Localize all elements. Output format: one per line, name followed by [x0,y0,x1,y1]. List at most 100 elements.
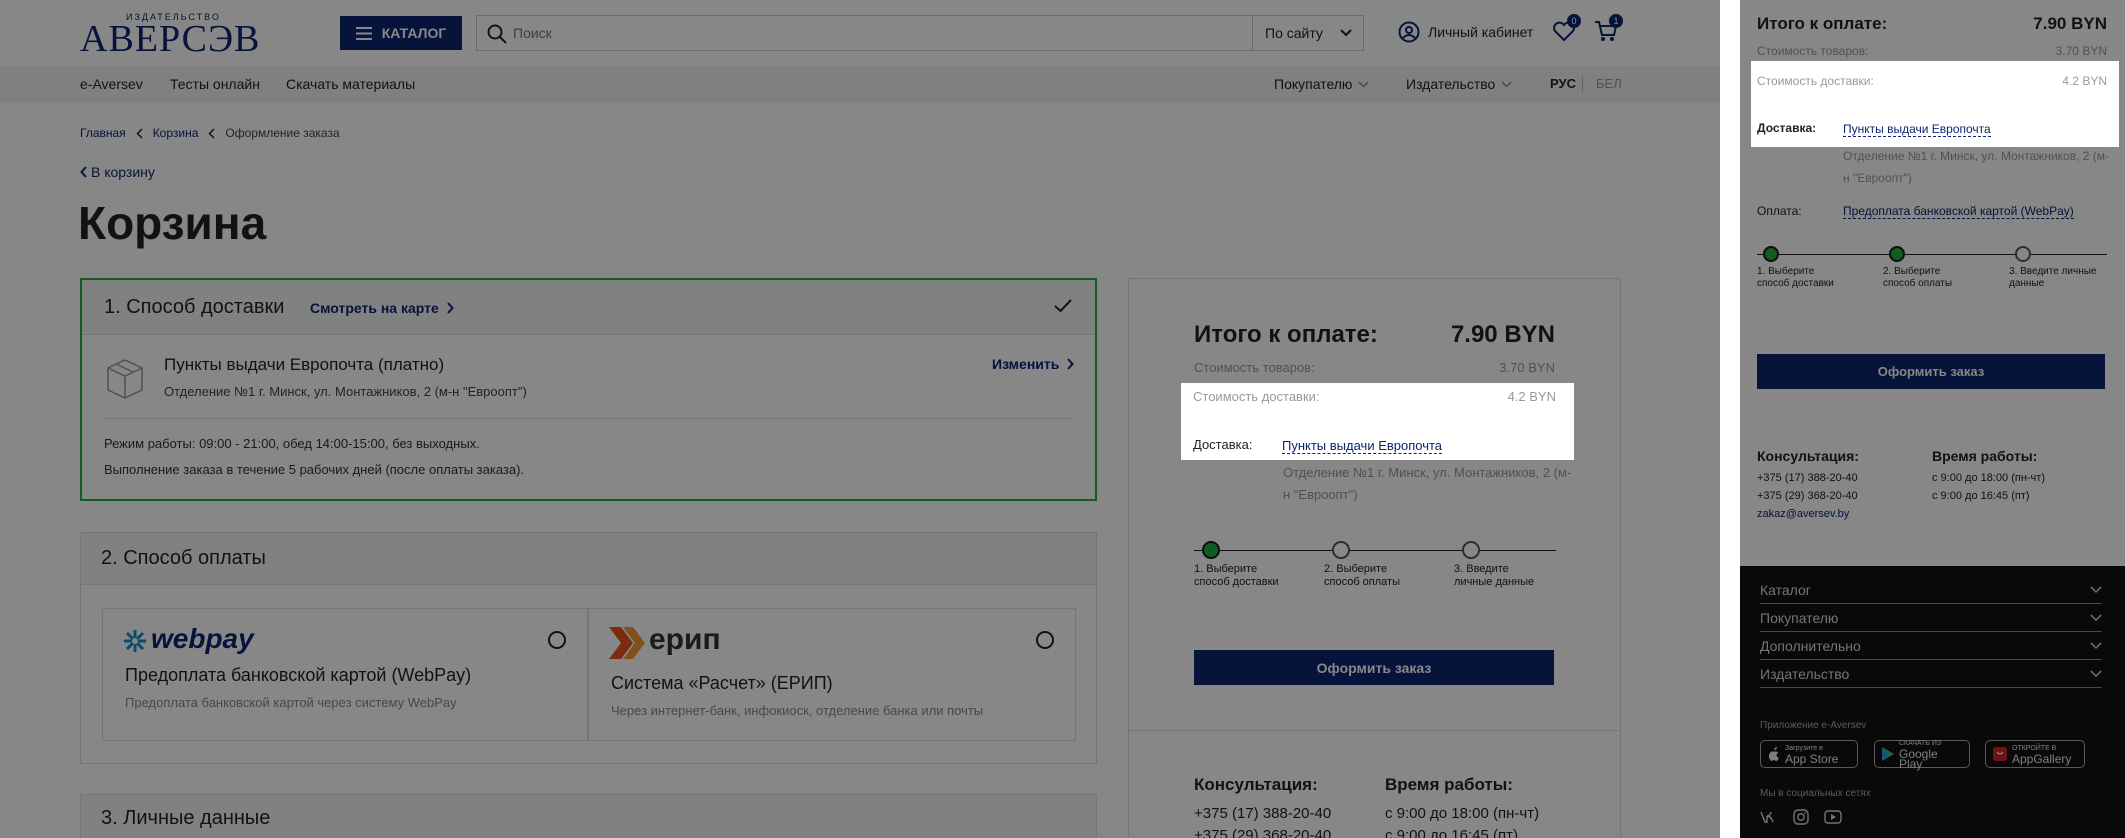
mobile-phone-1[interactable]: +375 (17) 388-20-40 [1757,472,1858,484]
breadcrumb-home[interactable]: Главная [80,126,126,140]
catalog-label: КАТАЛОГ [381,25,447,41]
hours-weekdays: с 9:00 до 18:00 (пн-чт) [1385,805,1540,822]
mobile-goods-value: 3.70 BYN [2055,44,2107,58]
footer-row-extra[interactable]: Дополнительно [1760,632,2102,660]
delivery-address-text: Отделение №1 г. Минск, ул. Монтажников, … [1283,465,1572,502]
chevron-right-icon [1067,358,1075,370]
subnav-publisher-menu[interactable]: Издательство [1406,76,1512,92]
erip-desc: Через интернет-банк, инфокиоск, отделени… [611,703,984,718]
erip-radio[interactable] [1036,631,1054,649]
payment-option-webpay[interactable]: webpay Предоплата банковской картой (Web… [102,608,588,741]
delivery-section-header[interactable]: 1. Способ доставки Смотреть на карте [82,280,1095,335]
mobile-delivery-method-link[interactable]: Пункты выдачи Европочта [1843,122,1991,137]
delivery-method-link[interactable]: Пункты выдачи Европочта [1282,438,1443,454]
google-play-icon [1882,747,1894,761]
subnav-buyer-menu[interactable]: Покупателю [1274,76,1369,92]
delivery-hours: Режим работы: 09:00 - 21:00, обед 14:00-… [104,436,480,451]
mobile-total-value: 7.90 BYN [2033,14,2107,33]
search-bar: По сайту [476,15,1364,51]
place-order-button[interactable]: Оформить заказ [1194,650,1554,685]
erip-chevrons-icon [609,627,645,659]
instagram-icon[interactable] [1793,809,1809,825]
mobile-place-order-button[interactable]: Оформить заказ [1757,354,2105,389]
mobile-consult-title: Консультация: [1757,448,1859,464]
subnav-item-downloads[interactable]: Скачать материалы [286,76,415,92]
consult-phone-1[interactable]: +375 (17) 388-20-40 [1194,805,1331,822]
footer-row-publisher[interactable]: Издательство [1760,660,2102,688]
breadcrumb: Главная Корзина Оформление заказа [80,126,340,140]
vk-icon[interactable] [1760,810,1780,824]
footer-row-label: Каталог [1760,581,1811,598]
appgallery-badge[interactable]: ОТКРОЙТЕ В AppGallery [1985,740,2085,768]
mobile-view-panel: Итого к оплате: 7.90 BYN Стоимость товар… [1740,0,2125,838]
payment-section: 2. Способ оплаты webpay Предоплата банко… [80,532,1097,764]
account-link[interactable]: Личный кабинет [1398,20,1533,44]
mobile-checkout-steps: 1. Выберите способ доставки 2. Выберите … [1757,246,2107,296]
mobile-payment-label: Оплата: [1757,204,1802,218]
app-store-badge[interactable]: Загрузите в App Store [1760,740,1858,768]
chevron-down-icon [2090,585,2102,594]
search-scope-select[interactable]: По сайту [1252,16,1364,50]
payment-option-erip[interactable]: ерип Система «Расчет» (ЕРИП) Через интер… [588,608,1076,741]
highlight-delivery-cost: Стоимость доставки: 4.2 BYN Доставка: Пу… [1181,383,1574,460]
step-3-label: 3. Введите личные данные [1454,563,1535,588]
webpay-logo: webpay [151,623,254,654]
google-play-badge[interactable]: СКАЧАТЬ ИЗ Google Play [1874,740,1970,771]
lang-rus[interactable]: РУС [1550,76,1576,91]
youtube-icon[interactable] [1824,810,1842,824]
footer-social-label: Мы в социальных сетях [1760,788,1871,799]
lang-divider [1582,76,1583,92]
delivery-cost-label: Стоимость доставки: [1193,389,1320,404]
delivery-fulfillment: Выполнение заказа в течение 5 рабочих дн… [104,462,525,477]
catalog-button[interactable]: КАТАЛОГ [340,16,462,50]
panel-gap [1720,0,1740,838]
breadcrumb-cart[interactable]: Корзина [153,126,199,140]
back-to-cart-label: В корзину [91,164,155,180]
mobile-hours-weekdays: с 9:00 до 18:00 (пн-чт) [1932,472,2045,484]
divider [1129,730,1620,731]
mobile-hours-friday: с 9:00 до 16:45 (пт) [1932,490,2030,502]
goods-cost-value: 3.70 BYN [1499,360,1555,375]
cart-button[interactable]: 1 [1594,14,1623,44]
step-1-dot [1763,246,1779,262]
webpay-star-icon [123,629,147,653]
payment-section-header[interactable]: 2. Способ оплаты [81,533,1096,585]
delivery-section-title: 1. Способ доставки [104,296,285,318]
delivery-option-title: Пункты выдачи Европочта (платно) [164,355,445,374]
change-delivery-link[interactable]: Изменить [992,356,1075,372]
appgallery-big: AppGallery [2012,752,2072,766]
search-icon[interactable] [487,24,507,44]
mobile-payment-link[interactable]: Предоплата банковской картой (WebPay) [1843,204,2074,219]
mobile-phone-2[interactable]: +375 (29) 368-20-40 [1757,490,1858,502]
site-logo[interactable]: ИЗДАТЕЛЬСТВО АВЕРСЭВ [80,12,280,59]
subnav-item-e-aversev[interactable]: e-Aversev [80,76,143,92]
back-to-cart-link[interactable]: В корзину [80,164,155,180]
appgallery-text: ОТКРОЙТЕ В AppGallery [2012,744,2072,766]
steps-line [1757,254,2107,255]
chevron-down-icon [1501,80,1512,88]
account-label: Личный кабинет [1428,24,1534,40]
payment-section-title: 2. Способ оплаты [101,547,266,569]
search-input[interactable] [513,16,1283,50]
erip-logo: ерип [649,623,721,656]
favorites-button[interactable]: 0 [1552,14,1581,44]
delivery-method-label: Доставка: [1193,437,1253,452]
user-icon [1398,21,1420,43]
map-link[interactable]: Смотреть на карте [310,300,454,316]
footer-row-catalog[interactable]: Каталог [1760,576,2102,604]
menu-icon [355,26,372,40]
footer-row-buyer[interactable]: Покупателю [1760,604,2102,632]
total-value: 7.90 BYN [1450,321,1555,348]
consult-phone-2[interactable]: +375 (29) 368-20-40 [1194,827,1331,838]
webpay-radio[interactable] [548,631,566,649]
personal-section[interactable]: 3. Личные данные [80,794,1097,838]
footer-row-label: Покупателю [1760,609,1839,626]
app-store-text: Загрузите в App Store [1785,744,1838,765]
subnav-item-tests[interactable]: Тесты онлайн [170,76,260,92]
mobile-email[interactable]: zakaz@aversev.by [1757,508,1849,520]
lang-bel[interactable]: БЕЛ [1596,76,1622,91]
google-play-big: Google Play [1899,747,1938,771]
change-delivery-label: Изменить [992,356,1060,372]
subnav-publisher-label: Издательство [1406,76,1496,92]
search-scope-label: По сайту [1265,25,1323,41]
